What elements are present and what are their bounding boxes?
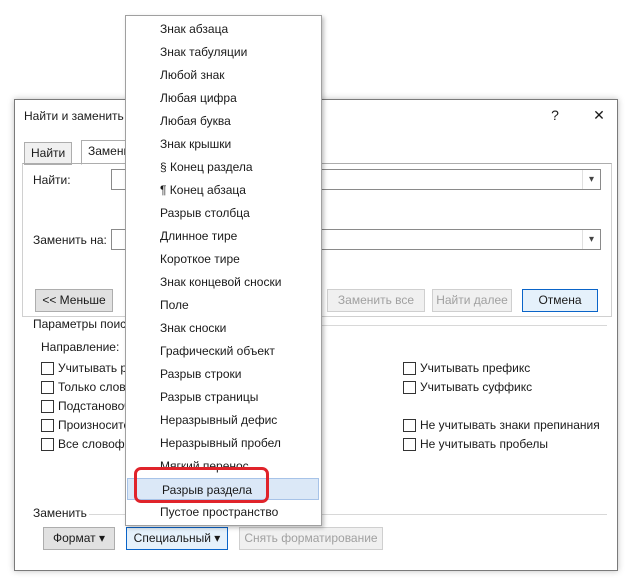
checkbox-label: Учитывать р xyxy=(58,361,128,375)
checkbox-sounds-like[interactable] xyxy=(41,419,54,432)
menu-item-em-dash[interactable]: Длинное тире xyxy=(126,225,321,247)
less-button[interactable]: << Меньше xyxy=(35,289,113,312)
close-button[interactable]: ✕ xyxy=(589,106,609,124)
menu-item-any-character[interactable]: Любой знак xyxy=(126,64,321,86)
menu-item-caret[interactable]: Знак крышки xyxy=(126,133,321,155)
checkbox-ignore-spaces[interactable] xyxy=(403,438,416,451)
checkbox-label: Подстановоч xyxy=(58,399,131,413)
tab-find[interactable]: Найти xyxy=(24,142,73,165)
menu-item-page-break[interactable]: Разрыв страницы xyxy=(126,386,321,408)
checkbox-match-suffix[interactable] xyxy=(403,381,416,394)
menu-item-column-break[interactable]: Разрыв столбца xyxy=(126,202,321,224)
menu-item-any-letter[interactable]: Любая буква xyxy=(126,110,321,132)
menu-item-white-space[interactable]: Пустое пространство xyxy=(126,501,321,523)
menu-item-paragraph-mark[interactable]: Знак абзаца xyxy=(126,18,321,40)
find-label: Найти: xyxy=(33,173,71,187)
checkbox-label: Не учитывать пробелы xyxy=(420,437,548,451)
cancel-button[interactable]: Отмена xyxy=(522,289,598,312)
checkbox-wildcards[interactable] xyxy=(41,400,54,413)
tab-replace-label: Замени xyxy=(88,144,131,158)
menu-item-pilcrow[interactable]: ¶ Конец абзаца xyxy=(126,179,321,201)
menu-item-any-digit[interactable]: Любая цифра xyxy=(126,87,321,109)
menu-item-footnote-mark[interactable]: Знак сноски xyxy=(126,317,321,339)
menu-item-section-char[interactable]: § Конец раздела xyxy=(126,156,321,178)
checkbox-all-word-forms[interactable] xyxy=(41,438,54,451)
menu-item-line-break[interactable]: Разрыв строки xyxy=(126,363,321,385)
search-params-label: Параметры поиск xyxy=(33,317,132,331)
replace-all-button[interactable]: Заменить все xyxy=(327,289,425,312)
clear-formatting-button[interactable]: Снять форматирование xyxy=(239,527,383,550)
menu-item-nonbreaking-hyphen[interactable]: Неразрывный дефис xyxy=(126,409,321,431)
checkbox-ignore-punctuation[interactable] xyxy=(403,419,416,432)
checkbox-label: Учитывать суффикс xyxy=(420,380,533,394)
checkbox-label: Все словофо xyxy=(58,437,132,451)
format-button[interactable]: Формат ▾ xyxy=(43,527,115,550)
replace-label: Заменить на: xyxy=(33,233,107,247)
help-button[interactable]: ? xyxy=(545,106,565,124)
checkbox-label: Произносите xyxy=(58,418,131,432)
special-menu: Знак абзаца Знак табуляции Любой знак Лю… xyxy=(125,15,322,526)
tab-find-label: Найти xyxy=(31,146,66,160)
chevron-down-icon[interactable]: ▾ xyxy=(582,230,600,249)
dialog-title: Найти и заменить xyxy=(24,109,124,123)
chevron-down-icon[interactable]: ▾ xyxy=(582,170,600,189)
menu-item-tab-character[interactable]: Знак табуляции xyxy=(126,41,321,63)
menu-item-endnote-mark[interactable]: Знак концевой сноски xyxy=(126,271,321,293)
direction-label: Направление: xyxy=(41,340,120,354)
checkbox-whole-word[interactable] xyxy=(41,381,54,394)
annotation-highlight-ring xyxy=(134,467,269,503)
checkbox-label: Только слово xyxy=(58,380,133,394)
menu-item-en-dash[interactable]: Короткое тире xyxy=(126,248,321,270)
replace-section-label: Заменить xyxy=(33,506,87,520)
checkbox-match-case[interactable] xyxy=(41,362,54,375)
checkbox-match-prefix[interactable] xyxy=(403,362,416,375)
special-button[interactable]: Специальный ▾ xyxy=(126,527,228,550)
checkbox-label: Не учитывать знаки препинания xyxy=(420,418,600,432)
menu-item-graphic[interactable]: Графический объект xyxy=(126,340,321,362)
menu-item-nonbreaking-space[interactable]: Неразрывный пробел xyxy=(126,432,321,454)
menu-item-field[interactable]: Поле xyxy=(126,294,321,316)
find-next-button[interactable]: Найти далее xyxy=(432,289,512,312)
checkbox-label: Учитывать префикс xyxy=(420,361,531,375)
